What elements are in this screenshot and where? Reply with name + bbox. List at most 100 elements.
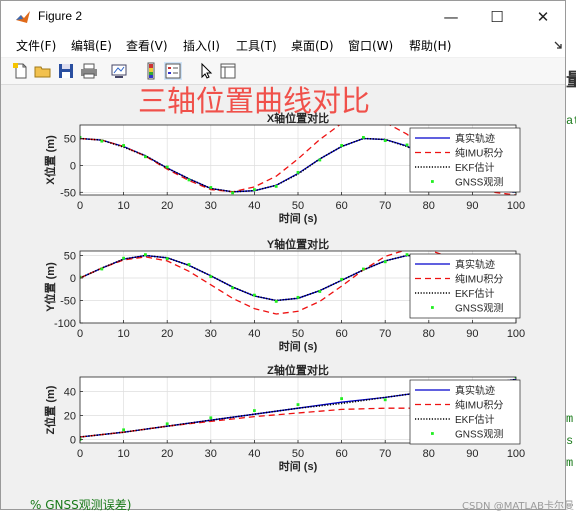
colorbar-icon[interactable] xyxy=(142,62,160,80)
x-tick-label: 80 xyxy=(423,448,435,460)
legend-label: 纯IMU积分 xyxy=(455,147,503,160)
gnss-point xyxy=(340,144,343,147)
legend-label: GNSS观测 xyxy=(455,428,503,441)
minimize-button[interactable]: — xyxy=(428,1,474,33)
matlab-logo-icon xyxy=(16,11,30,23)
x-tick-label: 30 xyxy=(205,448,217,460)
chart-title: X轴位置对比 xyxy=(267,111,329,125)
gnss-point xyxy=(144,155,147,159)
gnss-point xyxy=(209,416,213,420)
y-axis-label: Z位置 (m) xyxy=(43,385,57,434)
gnss-point xyxy=(187,263,191,266)
y-axis-label: X位置 (m) xyxy=(43,135,57,185)
x-axis-label: 时间 (s) xyxy=(279,459,318,473)
y-axis-label: Y位置 (m) xyxy=(43,262,57,312)
x-tick-label: 20 xyxy=(161,448,173,460)
gnss-point xyxy=(165,165,169,169)
legend-label: 纯IMU积分 xyxy=(455,399,503,412)
menu-tools[interactable]: 工具(T) xyxy=(236,37,277,54)
x-tick-label: 0 xyxy=(77,448,83,460)
legend-label: GNSS观测 xyxy=(455,176,503,189)
legend-label: 真实轨迹 xyxy=(455,258,495,271)
gnss-point xyxy=(100,267,104,271)
legend-marker xyxy=(431,306,434,309)
gnss-point xyxy=(383,398,387,402)
gnss-point xyxy=(253,409,256,412)
menu-edit[interactable]: 编辑(E) xyxy=(71,37,112,54)
legend-label: EKF估计 xyxy=(455,287,494,300)
x-tick-label: 90 xyxy=(466,328,478,340)
x-tick-label: 70 xyxy=(379,448,391,460)
background-glyph: at xyxy=(566,114,576,128)
x-tick-label: 50 xyxy=(292,200,304,212)
x-tick-label: 50 xyxy=(292,448,304,460)
y-tick-label: 0 xyxy=(70,434,76,446)
pointer-icon[interactable] xyxy=(197,62,215,80)
print-icon[interactable] xyxy=(80,62,98,80)
x-tick-label: 60 xyxy=(335,200,347,212)
maximize-button[interactable]: ☐ xyxy=(474,1,520,33)
y-tick-label: -50 xyxy=(60,296,76,308)
chart-title: Z轴位置对比 xyxy=(267,363,329,377)
save-icon[interactable] xyxy=(57,62,75,80)
figure-toolbar xyxy=(1,58,565,85)
link-plot-icon[interactable] xyxy=(110,62,128,80)
new-figure-icon[interactable] xyxy=(12,62,30,80)
x-tick-label: 100 xyxy=(507,200,525,212)
y-tick-label: 40 xyxy=(64,386,76,398)
background-code-text: % GNSS观测误差) xyxy=(30,498,132,512)
legend-label: 真实轨迹 xyxy=(455,132,495,145)
dock-arrow-icon[interactable] xyxy=(554,41,563,50)
x-tick-label: 60 xyxy=(335,328,347,340)
background-glyph: m xyxy=(566,456,574,470)
menu-help[interactable]: 帮助(H) xyxy=(409,37,451,54)
gnss-point xyxy=(165,257,169,261)
gnss-point xyxy=(122,144,125,147)
gnss-point xyxy=(144,253,147,256)
menu-desktop[interactable]: 桌面(D) xyxy=(291,37,334,54)
x-tick-label: 80 xyxy=(423,328,435,340)
x-tick-label: 20 xyxy=(161,328,173,340)
gnss-point xyxy=(362,267,365,271)
x-tick-label: 10 xyxy=(117,200,129,212)
open-file-icon[interactable] xyxy=(34,62,52,80)
x-axis-label: 时间 (s) xyxy=(279,211,318,225)
gnss-point xyxy=(362,135,365,139)
gnss-point xyxy=(122,428,125,432)
x-tick-label: 100 xyxy=(507,448,525,460)
y-tick-label: -50 xyxy=(60,187,76,199)
background-glyph: m xyxy=(566,412,574,426)
background-glyph: s xyxy=(566,434,574,448)
legend-label: EKF估计 xyxy=(455,413,494,426)
property-inspector-icon[interactable] xyxy=(219,62,237,80)
menu-file[interactable]: 文件(F) xyxy=(16,37,56,54)
background-editor-strip: 量 at m s m xyxy=(566,0,576,514)
gnss-point xyxy=(318,158,322,162)
close-button[interactable]: ✕ xyxy=(520,1,566,33)
gnss-point xyxy=(165,422,169,426)
x-tick-label: 70 xyxy=(379,328,391,340)
x-tick-label: 20 xyxy=(161,200,173,212)
gnss-point xyxy=(231,286,234,290)
menu-insert[interactable]: 插入(I) xyxy=(183,37,220,54)
legend-marker xyxy=(431,432,434,435)
legend-label: 纯IMU积分 xyxy=(455,273,503,286)
x-tick-label: 80 xyxy=(423,200,435,212)
figure-annotation: 三轴位置曲线对比 xyxy=(138,85,370,118)
menu-view[interactable]: 查看(V) xyxy=(126,37,168,54)
x-axis-label: 时间 (s) xyxy=(279,339,318,353)
y-tick-label: -100 xyxy=(54,318,76,330)
gnss-point xyxy=(405,253,409,256)
menu-bar: 文件(F) 编辑(E) 查看(V) 插入(I) 工具(T) 桌面(D) 窗口(W… xyxy=(1,33,565,57)
gnss-point xyxy=(296,170,300,174)
gnss-point xyxy=(253,293,256,297)
title-bar[interactable]: Figure 2 — ☐ ✕ xyxy=(1,1,565,33)
figure-window: Figure 2 — ☐ ✕ 文件(F) 编辑(E) 查看(V) 插入(I) 工… xyxy=(0,0,566,510)
legend-icon[interactable] xyxy=(164,62,182,80)
gnss-point xyxy=(340,277,343,281)
x-tick-label: 0 xyxy=(77,200,83,212)
menu-window[interactable]: 窗口(W) xyxy=(348,37,393,54)
gnss-point xyxy=(296,295,300,299)
gnss-point xyxy=(122,256,125,260)
gnss-point xyxy=(209,186,213,189)
